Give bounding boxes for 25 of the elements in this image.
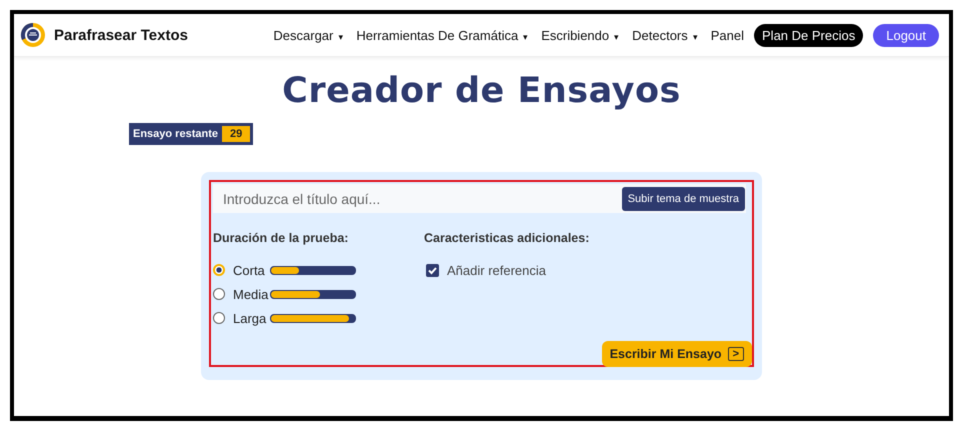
section-heading: Caracteristicas adicionales: [424,231,590,245]
logo-icon [20,22,46,48]
radio-button[interactable] [213,312,225,324]
write-essay-button[interactable]: Escribir Mi Ensayo > [602,341,752,367]
option-label: Corta [233,262,266,278]
logout-button[interactable]: Logout [873,24,939,46]
title-field[interactable]: Introduzca el título aquí... Subir tema de muestra [213,184,746,213]
option-label: Media [233,286,270,302]
radio-button[interactable] [213,288,225,300]
remaining-count: 29 [222,126,250,142]
checkbox[interactable] [426,264,439,276]
nav-link[interactable]: Escribiendo ▾ [541,28,620,42]
sample-topic-button[interactable]: Subir tema de muestra [622,186,745,210]
nav-link[interactable]: Herramientas De Gramática ▾ [356,28,528,42]
option-label: Añadir referencia [447,262,546,278]
nav-link[interactable]: Panel [710,28,744,42]
brand-name[interactable]: Parafrasear Textos [54,26,188,44]
nav-link[interactable]: Descargar ▾ [273,28,344,42]
pricing-button[interactable]: Plan De Precios [754,24,864,46]
option-label: Larga [233,310,268,326]
page-title: Creador de Ensayos [281,71,682,111]
remaining-label: Ensayo restante [132,128,218,140]
nav-link[interactable]: Detectors ▾ [632,28,698,42]
radio-button[interactable] [213,264,225,276]
section-heading: Duración de la prueba: [213,231,350,245]
